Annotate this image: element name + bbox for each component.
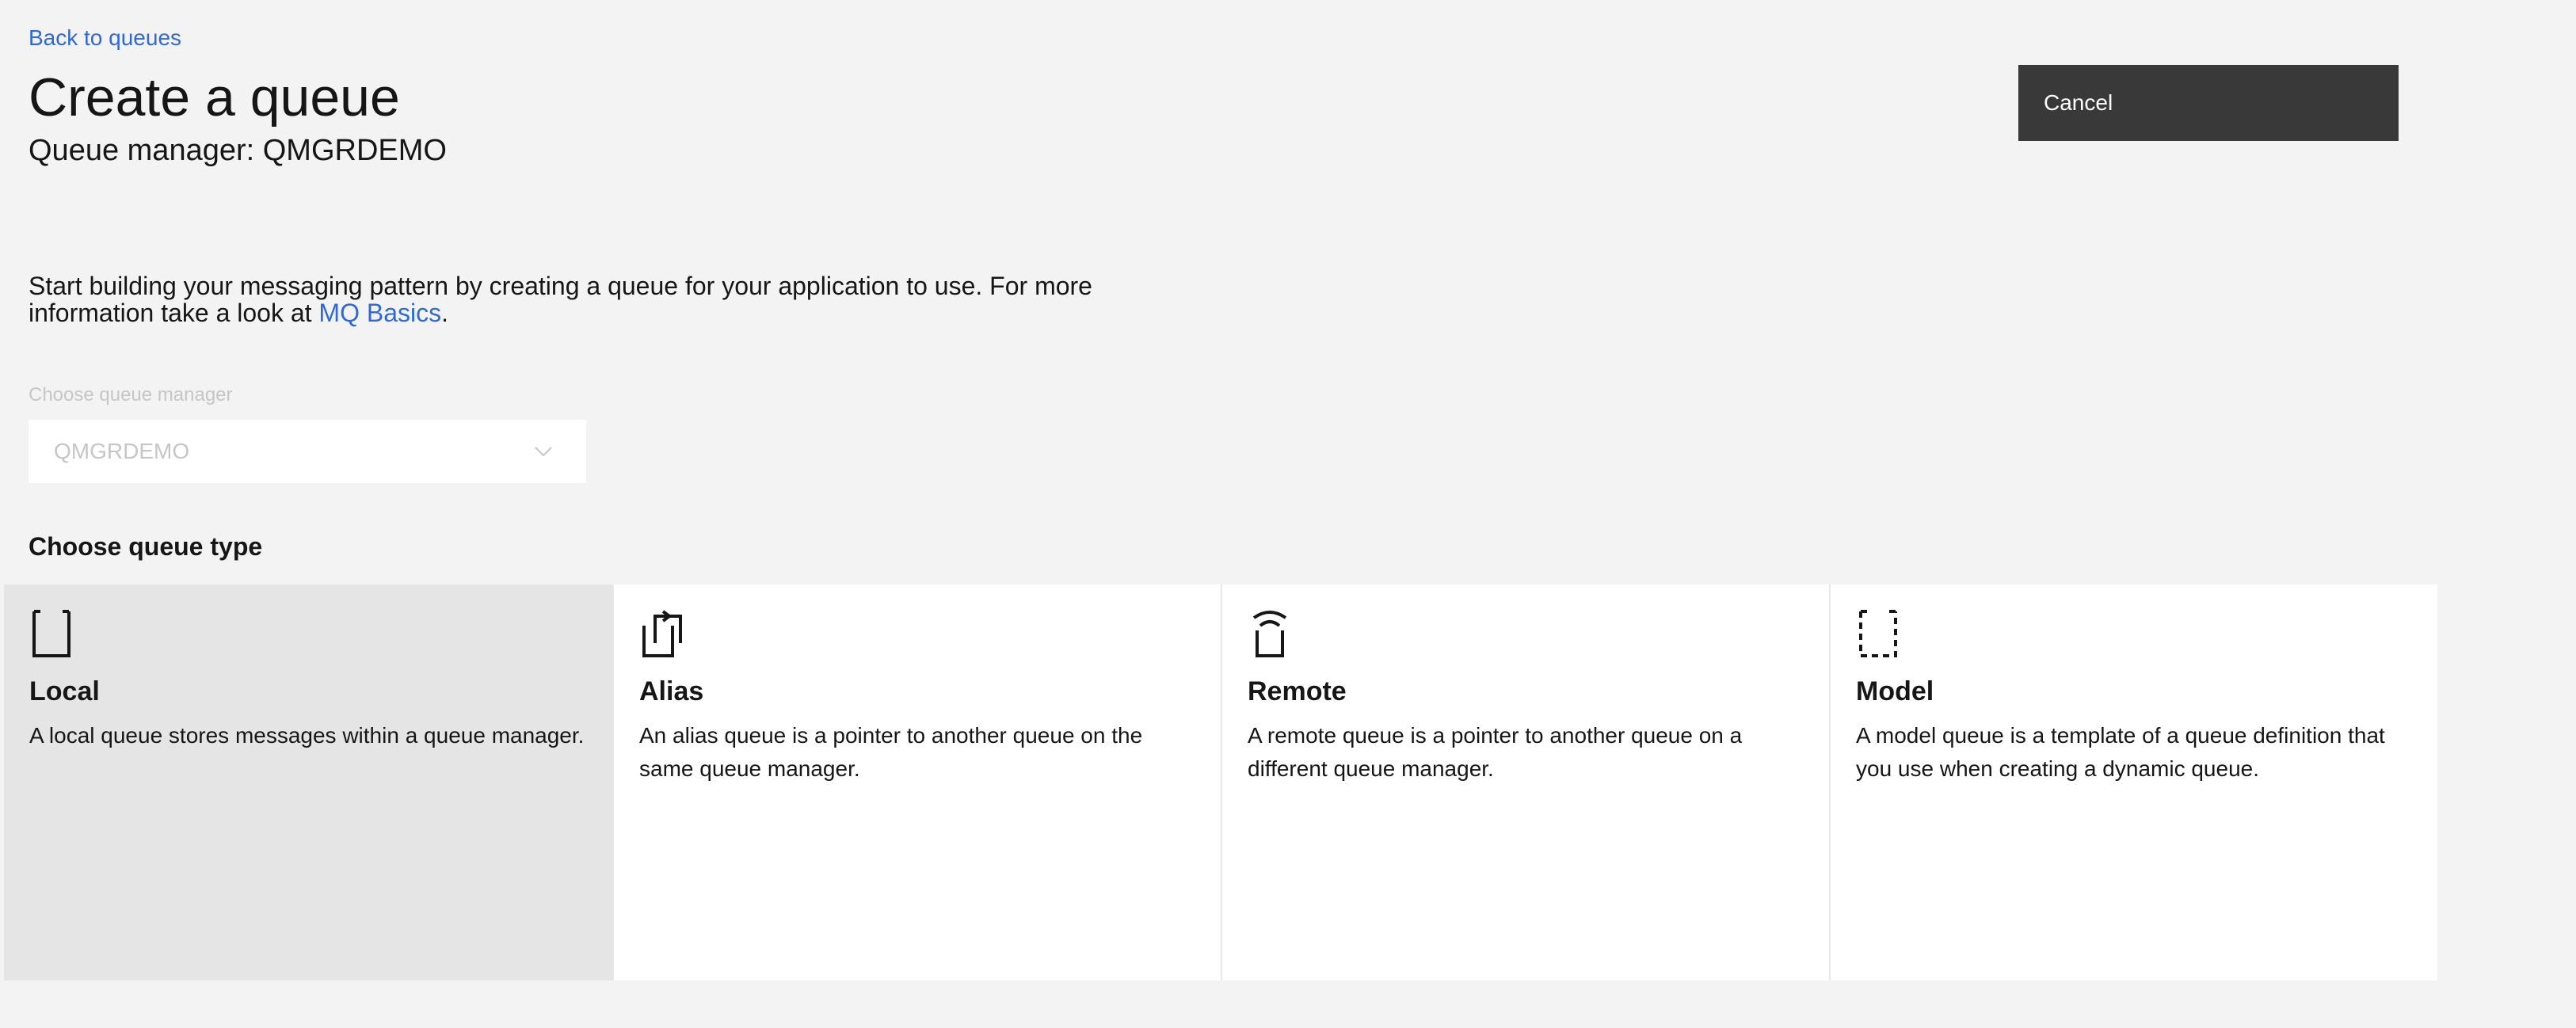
chevron-down-icon: [535, 447, 552, 457]
queue-type-heading: Choose queue type: [29, 532, 263, 561]
remote-queue-icon: [1252, 611, 1287, 657]
intro-text-before: Start building your messaging pattern by…: [29, 272, 1092, 327]
tile-description-remote: A remote queue is a pointer to another q…: [1248, 723, 1743, 781]
queue-manager-label: Choose queue manager: [29, 384, 233, 405]
model-queue-icon: [1859, 610, 1897, 657]
queue-type-tile-local[interactable]: Local A local queue stores messages with…: [4, 584, 612, 980]
cancel-button[interactable]: Cancel: [2018, 65, 2399, 141]
tile-title-local: Local: [29, 676, 100, 706]
queue-manager-subtitle: Queue manager: QMGRDEMO: [29, 134, 447, 167]
queue-manager-select-value: QMGRDEMO: [54, 439, 190, 463]
local-queue-icon: [32, 610, 70, 657]
queue-manager-select[interactable]: QMGRDEMO: [29, 420, 586, 483]
tile-title-model: Model: [1856, 676, 1934, 706]
page-title: Create a queue: [29, 67, 400, 128]
alias-queue-icon: [642, 610, 682, 657]
queue-type-tile-remote[interactable]: Remote A remote queue is a pointer to an…: [1221, 584, 1829, 980]
tile-description-model: A model queue is a template of a queue d…: [1856, 723, 2385, 781]
queue-type-tile-model[interactable]: Model A model queue is a template of a q…: [1829, 584, 2437, 980]
queue-type-tile-alias[interactable]: Alias An alias queue is a pointer to ano…: [612, 584, 1221, 980]
queue-type-tiles: Local A local queue stores messages with…: [4, 584, 2437, 980]
tile-description-local: A local queue stores messages within a q…: [29, 723, 585, 748]
intro-text: Start building your messaging pattern by…: [29, 272, 1153, 326]
tile-description-alias: An alias queue is a pointer to another q…: [639, 723, 1143, 781]
mq-basics-link[interactable]: MQ Basics: [318, 299, 441, 327]
intro-text-after: .: [441, 299, 448, 327]
back-to-queues-link[interactable]: Back to queues: [29, 24, 181, 52]
tile-title-alias: Alias: [639, 676, 704, 706]
tile-title-remote: Remote: [1248, 676, 1347, 706]
